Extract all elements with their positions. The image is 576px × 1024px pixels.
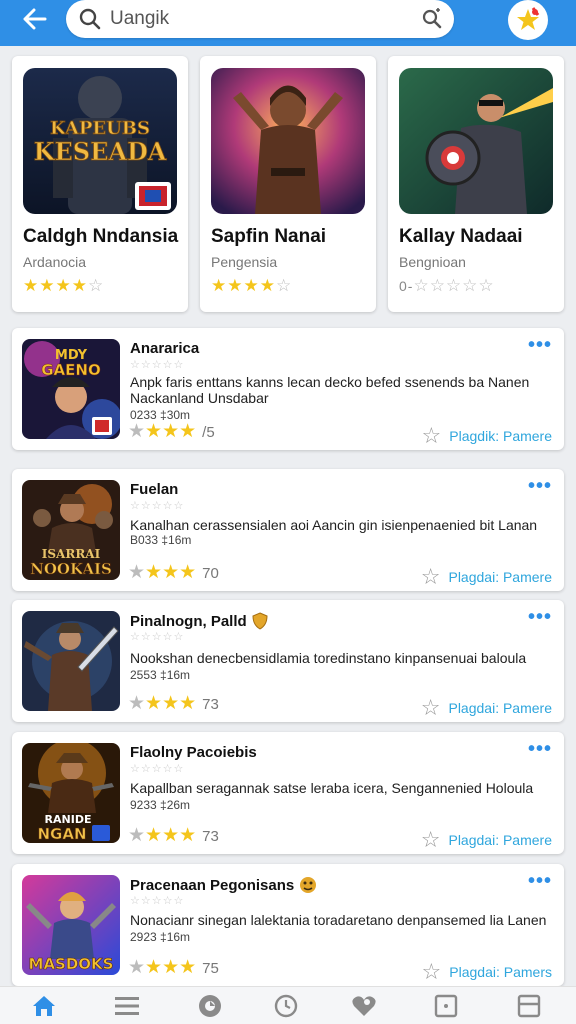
nav-more[interactable] (515, 993, 543, 1019)
star-outline-icon: ☆ (421, 423, 442, 448)
item-title: Pinalnogn, Palld (130, 612, 269, 630)
item-description: Anpk faris enttans kanns lecan decko bef… (130, 374, 530, 406)
mini-stars: ☆☆☆☆☆ (130, 631, 185, 643)
star-badge-icon (512, 4, 544, 36)
item-meta: B033 ‡16m (130, 533, 192, 547)
svg-text:GAENO: GAENO (41, 361, 100, 379)
rating-stars: ★★★★ 73 (128, 693, 219, 714)
featured-card[interactable]: Sapfin Nanai Pengensia ★★★★☆ (200, 56, 376, 312)
rating-stars: ★★★★☆ (23, 276, 105, 295)
rating-stars: ★★★★ 73 (128, 825, 219, 846)
profile-avatar[interactable] (508, 0, 548, 40)
mini-stars: ☆☆☆☆☆ (130, 500, 185, 512)
back-button[interactable] (18, 5, 52, 33)
square-dot-icon (434, 994, 458, 1018)
featured-title: Sapfin Nanai (211, 226, 327, 247)
game-thumbnail (22, 611, 120, 711)
nav-history[interactable] (272, 993, 300, 1019)
game-thumbnail: MDY GAENO (22, 339, 120, 439)
nav-favorites[interactable] (350, 993, 378, 1019)
more-options-button[interactable]: ••• (528, 476, 552, 496)
item-title: Anararica (130, 340, 200, 357)
featured-card[interactable]: KAPEUBS KESEADA Caldgh Nndansia Ardanoci… (12, 56, 188, 312)
featured-card[interactable]: Kallay Nadaai Bengnioan 0-☆☆☆☆☆ (388, 56, 564, 312)
featured-subtitle: Bengnioan (399, 254, 466, 270)
svg-text:KAPEUBS: KAPEUBS (50, 118, 150, 139)
list-item[interactable]: RANIDE NGAN Flaolny Pacoiebis ☆☆☆☆☆ Kapa… (12, 732, 564, 854)
star-outline-icon: ☆ (421, 959, 442, 984)
search-bar[interactable]: Uangik (66, 0, 454, 38)
arrow-left-icon (23, 8, 47, 30)
item-meta: 9233 ‡26m (130, 798, 191, 812)
rating-stars: ★★★★☆ (211, 276, 293, 295)
item-meta: 2553 ‡16m (130, 668, 191, 682)
wishlist-action[interactable]: ☆ Plagdai: Pamere (421, 827, 552, 853)
wishlist-action[interactable]: ☆ Plagdai: Pamere (421, 564, 552, 590)
item-meta: 2923 ‡16m (130, 930, 191, 944)
star-outline-icon: ☆ (420, 695, 441, 720)
wishlist-action[interactable]: ☆ Plagdai: Pamere (421, 695, 552, 721)
wishlist-action[interactable]: ☆ Plagdai: Pamers (422, 959, 552, 985)
svg-text:NOOKAIS: NOOKAIS (30, 560, 112, 578)
game-thumbnail: RANIDE NGAN (22, 743, 120, 843)
featured-section: KAPEUBS KESEADA Caldgh Nndansia Ardanoci… (12, 56, 564, 312)
more-options-button[interactable]: ••• (528, 739, 552, 759)
nav-games[interactable] (196, 993, 224, 1019)
list-item[interactable]: ISARRAI NOOKAIS Fuelan ☆☆☆☆☆ Kanalhan ce… (12, 469, 564, 591)
rating-stars: ★★★★ 70 (128, 562, 219, 583)
mini-stars: ☆☆☆☆☆ (130, 763, 185, 775)
item-description: Nonacianr sinegan lalektania toradaretan… (130, 912, 547, 928)
item-title: Pracenaan Pegonisans (130, 876, 318, 894)
item-description: Kanalhan cerassensialen aoi Aancin gin i… (130, 517, 538, 533)
game-artwork: KAPEUBS KESEADA (23, 68, 177, 214)
svg-text:KESEADA: KESEADA (34, 137, 167, 166)
list-item[interactable]: Pinalnogn, Palld ☆☆☆☆☆ Nookshan denecben… (12, 600, 564, 722)
emoji-face-icon (300, 877, 317, 893)
item-title: Fuelan (130, 481, 179, 498)
search-filter-icon[interactable] (420, 7, 444, 31)
nav-library[interactable] (432, 993, 460, 1019)
rating-stars: ★★★★ 75 (128, 957, 219, 978)
star-outline-icon: ☆ (420, 564, 441, 589)
search-icon (79, 8, 101, 30)
featured-title: Caldgh Nndansia (23, 226, 179, 247)
featured-subtitle: Ardanocia (23, 254, 87, 270)
game-artwork (399, 68, 553, 214)
nav-menu[interactable] (113, 993, 141, 1019)
home-icon (33, 996, 55, 1016)
clock-icon (274, 994, 298, 1018)
item-description: Nookshan denecbensidlamia toredinstano k… (130, 650, 527, 666)
svg-text:NGAN: NGAN (37, 825, 86, 843)
nav-home[interactable] (30, 993, 58, 1019)
item-description: Kapallban seragannak satse leraba icera,… (130, 780, 534, 796)
star-outline-icon: ☆ (420, 827, 441, 852)
search-input[interactable]: Uangik (110, 8, 169, 30)
game-thumbnail: ISARRAI NOOKAIS (22, 480, 120, 580)
gamepad-icon (199, 995, 221, 1017)
more-options-button[interactable]: ••• (528, 871, 552, 891)
featured-subtitle: Pengensia (211, 254, 278, 270)
more-options-button[interactable]: ••• (528, 607, 552, 627)
wishlist-action[interactable]: ☆ Plagdik: Pamere (422, 423, 552, 449)
rating-stars: ★★★★/5 (128, 421, 215, 442)
list-item[interactable]: MASDOKS Pracenaan Pegonisans ☆☆☆☆☆ Nonac… (12, 864, 564, 986)
game-artwork (211, 68, 365, 214)
mini-stars: ☆☆☆☆☆ (130, 359, 185, 371)
bottom-navigation (0, 986, 576, 1024)
shield-badge-icon (252, 612, 268, 630)
list-item[interactable]: MDY GAENO Anararica ☆☆☆☆☆ Anpk faris ent… (12, 328, 564, 450)
menu-icon (115, 997, 139, 1015)
game-thumbnail: MASDOKS (22, 875, 120, 975)
item-title: Flaolny Pacoiebis (130, 744, 257, 761)
rating-stars: 0-☆☆☆☆☆ (399, 276, 495, 295)
heart-icon (352, 996, 376, 1016)
more-options-button[interactable]: ••• (528, 335, 552, 355)
mini-stars: ☆☆☆☆☆ (130, 895, 185, 907)
svg-text:MASDOKS: MASDOKS (29, 955, 114, 973)
featured-title: Kallay Nadaai (399, 226, 523, 247)
top-app-bar: Uangik (0, 0, 576, 46)
window-icon (517, 994, 541, 1018)
svg-text:ISARRAI: ISARRAI (42, 547, 101, 561)
